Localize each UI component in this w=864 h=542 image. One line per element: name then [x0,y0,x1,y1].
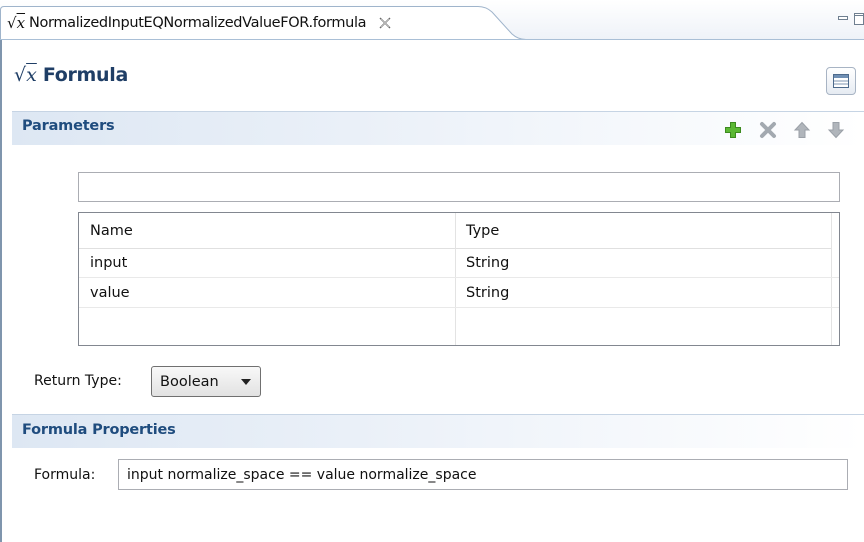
delete-icon[interactable] [759,121,777,139]
move-up-icon[interactable] [793,121,811,139]
form-title: Formula [42,64,129,86]
move-down-icon[interactable] [827,121,845,139]
return-type-select[interactable]: Boolean [151,366,261,397]
column-header-name[interactable]: Name [79,213,455,249]
close-icon[interactable] [378,16,392,30]
parameters-section-title: Parameters [22,118,115,134]
add-icon[interactable] [724,121,742,139]
return-type-label: Return Type: [34,373,122,389]
parameters-table: Name Type input String value String [78,212,840,346]
parameter-filter-input[interactable] [78,172,840,202]
tab-strip-border [0,39,864,40]
table-row-empty[interactable] [79,309,839,338]
editor-left-border [0,40,2,542]
sqrt-x-icon: √x [7,14,26,32]
table-row[interactable]: input String [79,249,839,278]
formula-input[interactable] [118,459,848,490]
column-header-type[interactable]: Type [455,213,831,249]
parameter-type-cell[interactable]: String [455,279,509,308]
parameter-type-cell[interactable]: String [455,249,509,278]
parameter-name-cell[interactable]: value [79,279,130,308]
parameter-name-cell[interactable]: input [79,249,127,278]
maximize-icon[interactable] [854,13,864,25]
formula-properties-section-title: Formula Properties [22,422,176,438]
table-row[interactable]: value String [79,279,839,308]
formula-label: Formula: [34,467,96,483]
table-icon [833,74,849,88]
minimize-icon[interactable] [838,16,848,20]
editor-tab[interactable]: √x NormalizedInputEQNormalizedValueFOR.f… [0,6,392,40]
sqrt-x-icon: √x [14,64,37,86]
form-header: √x Formula [14,64,128,86]
return-type-value: Boolean [160,373,219,390]
editor-tab-title: NormalizedInputEQNormalizedValueFOR.form… [29,15,367,31]
chevron-down-icon [241,379,251,385]
table-view-button[interactable] [826,67,856,95]
